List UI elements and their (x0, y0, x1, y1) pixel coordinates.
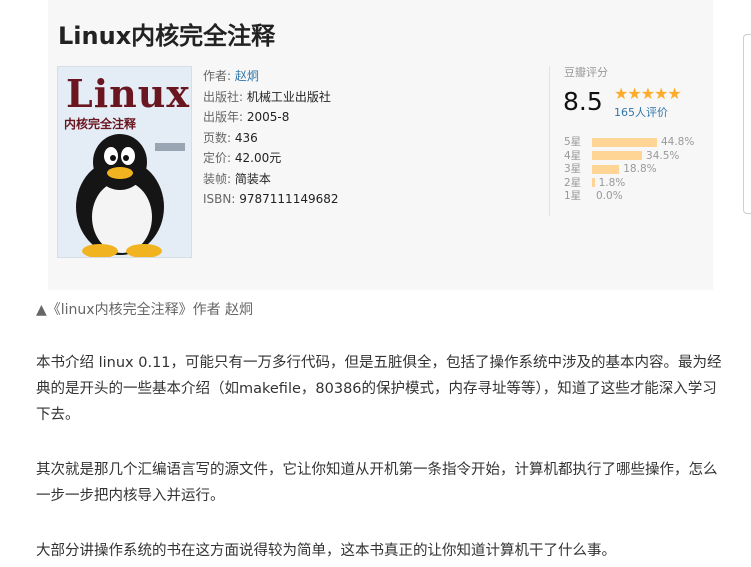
cover-title: Linux (66, 71, 191, 116)
rating-row-5: 5星 44.8% (564, 136, 695, 148)
rating-bar (592, 151, 643, 160)
meta-author: 作者: 赵炯 (203, 69, 259, 83)
cover-author-strip (155, 143, 185, 151)
book-title: Linux内核完全注释 (58, 22, 276, 50)
paragraph-intro: 本书介绍 linux 0.11，可能只有一万多行代码，但是五脏俱全，包括了操作系… (36, 355, 722, 423)
meta-publisher: 出版社: 机械工业出版社 (203, 89, 331, 104)
rating-bar (592, 178, 595, 187)
rating-count-link[interactable]: 165人评价 (614, 104, 668, 120)
paragraph-summary: 大部分讲操作系统的书在这方面说得较为简单，这本书真正的让你知道计算机干了什么事。 (36, 543, 616, 559)
rating-label: 豆瓣评分 (564, 66, 608, 79)
star-rating-icon: ★★★★★ (614, 84, 682, 103)
rating-row-3: 3星 18.8% (564, 163, 657, 175)
rating-row-2: 2星 1.8% (564, 176, 626, 189)
book-meta: 作者: 赵炯 出版社: 机械工业出版社 出版年: 2005-8 页数: 436 … (203, 66, 339, 210)
rating-row-4: 4星 34.5% (564, 149, 680, 162)
cover-subtitle: 内核完全注释 (64, 117, 137, 131)
rating-score: 8.5 (563, 87, 603, 116)
paragraph-assembly: 其次就是那几个汇编语言写的源文件，它让你知道从开机第一条指令开始，计算机都执行了… (36, 462, 718, 504)
book-cover-image[interactable]: Linux 内核完全注释 (57, 66, 192, 258)
rating-bar (592, 137, 657, 147)
side-panel-edge[interactable] (743, 34, 751, 214)
meta-pub-year: 出版年: 2005-8 (203, 110, 290, 124)
author-link[interactable]: 赵炯 (235, 69, 259, 83)
rating-distribution: 5星 44.8% 4星 34.5% 3星 18.8% 2星 1.8% 1星 0.0% (564, 134, 694, 202)
rating-divider (549, 66, 550, 216)
meta-pages: 页数: 436 (203, 130, 258, 145)
meta-price: 定价: 42.00元 (203, 151, 282, 165)
image-caption: ▲《linux内核完全注释》作者 赵炯 (36, 302, 254, 318)
meta-isbn: ISBN: 9787111149682 (203, 192, 339, 206)
meta-binding: 装帧: 简装本 (203, 171, 271, 186)
rating-bar (592, 164, 620, 174)
rating-row-1: 1星 0.0% (564, 190, 623, 202)
